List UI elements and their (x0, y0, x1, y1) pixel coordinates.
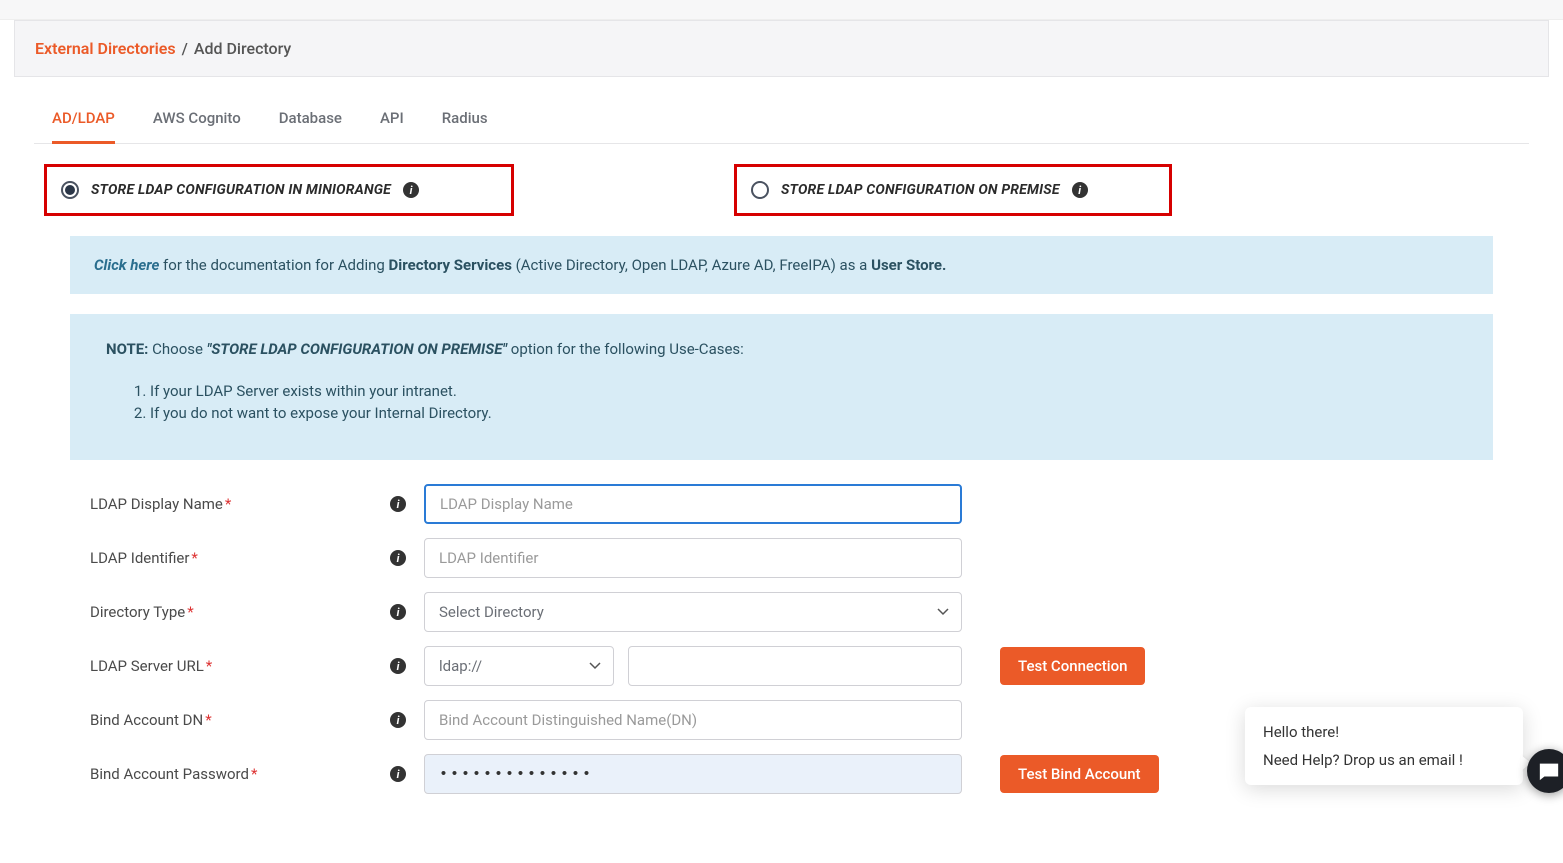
row-directory-type: Directory Type* i Select Directory (90, 592, 1493, 632)
directory-type-select[interactable]: Select Directory (424, 592, 962, 632)
note-item-1: If your LDAP Server exists within your i… (150, 380, 1457, 402)
doc-text-mid: (Active Directory, Open LDAP, Azure AD, … (512, 256, 871, 274)
ldap-protocol-select[interactable]: ldap:// (424, 646, 614, 686)
radio-store-premise[interactable]: STORE LDAP CONFIGURATION ON PREMISE i (734, 164, 1172, 216)
info-icon[interactable]: i (390, 658, 406, 674)
test-bind-account-button[interactable]: Test Bind Account (1000, 755, 1159, 793)
note-post: option for the following Use-Cases: (507, 340, 744, 358)
tab-database[interactable]: Database (279, 109, 342, 143)
info-icon[interactable]: i (390, 496, 406, 512)
label-bind-dn: Bind Account DN* (90, 711, 390, 729)
info-icon[interactable]: i (403, 182, 419, 198)
chat-icon (1538, 760, 1560, 782)
label-text: Bind Account Password (90, 765, 249, 783)
radio-icon (61, 181, 79, 199)
doc-text-bold2: User Store. (871, 256, 946, 274)
breadcrumb-parent-link[interactable]: External Directories (35, 39, 176, 58)
radio-label: STORE LDAP CONFIGURATION IN MINIORANGE (91, 182, 391, 198)
label-text: LDAP Display Name (90, 495, 223, 513)
chat-greeting: Hello there! (1263, 723, 1505, 741)
label-ldap-identifier: LDAP Identifier* (90, 549, 390, 567)
info-icon[interactable]: i (1072, 182, 1088, 198)
doc-text-pre: for the documentation for Adding (159, 256, 388, 274)
row-ldap-display-name: LDAP Display Name* i (90, 484, 1493, 524)
chat-fab[interactable] (1527, 749, 1563, 793)
label-text: LDAP Identifier (90, 549, 189, 567)
ldap-display-name-input[interactable] (424, 484, 962, 524)
ldap-server-host-input[interactable] (628, 646, 962, 686)
doc-banner: Click here for the documentation for Add… (70, 236, 1493, 294)
note-label: NOTE: (106, 340, 148, 358)
storage-option-row: STORE LDAP CONFIGURATION IN MINIORANGE i… (34, 144, 1529, 228)
chat-help-text: Need Help? Drop us an email ! (1263, 751, 1505, 769)
label-text: Bind Account DN (90, 711, 203, 729)
info-icon[interactable]: i (390, 766, 406, 782)
radio-store-miniorange[interactable]: STORE LDAP CONFIGURATION IN MINIORANGE i (44, 164, 514, 216)
label-bind-password: Bind Account Password* (90, 765, 390, 783)
note-pre: Choose (148, 340, 206, 358)
breadcrumb: External Directories / Add Directory (14, 20, 1549, 77)
note-emph: "STORE LDAP CONFIGURATION ON PREMISE" (207, 340, 507, 358)
label-text: Directory Type (90, 603, 185, 621)
radio-icon (751, 181, 769, 199)
required-asterisk: * (225, 495, 231, 513)
doc-text-bold1: Directory Services (389, 256, 512, 274)
info-icon[interactable]: i (390, 550, 406, 566)
radio-label: STORE LDAP CONFIGURATION ON PREMISE (781, 182, 1060, 198)
label-text: LDAP Server URL (90, 657, 204, 675)
row-ldap-server-url: LDAP Server URL* i ldap:// Test Connecti… (90, 646, 1493, 686)
tab-radius[interactable]: Radius (442, 109, 488, 143)
required-asterisk: * (206, 657, 212, 675)
required-asterisk: * (191, 549, 197, 567)
ldap-identifier-input[interactable] (424, 538, 962, 578)
bind-dn-input[interactable] (424, 700, 962, 740)
required-asterisk: * (205, 711, 211, 729)
test-connection-button[interactable]: Test Connection (1000, 647, 1145, 685)
tab-api[interactable]: API (380, 109, 404, 143)
breadcrumb-separator: / (180, 39, 190, 58)
note-list: If your LDAP Server exists within your i… (150, 380, 1457, 424)
required-asterisk: * (187, 603, 193, 621)
bind-password-input[interactable] (424, 754, 962, 794)
info-icon[interactable]: i (390, 712, 406, 728)
label-directory-type: Directory Type* (90, 603, 390, 621)
doc-link[interactable]: Click here (94, 256, 159, 274)
tabs: AD/LDAP AWS Cognito Database API Radius (34, 87, 1529, 144)
tab-aws-cognito[interactable]: AWS Cognito (153, 109, 241, 143)
row-ldap-identifier: LDAP Identifier* i (90, 538, 1493, 578)
info-icon[interactable]: i (390, 604, 406, 620)
required-asterisk: * (251, 765, 257, 783)
window-topbar (0, 0, 1563, 20)
label-ldap-server-url: LDAP Server URL* (90, 657, 390, 675)
breadcrumb-current: Add Directory (194, 39, 291, 58)
note-banner: NOTE: Choose "STORE LDAP CONFIGURATION O… (70, 314, 1493, 460)
tab-ad-ldap[interactable]: AD/LDAP (52, 109, 115, 144)
note-item-2: If you do not want to expose your Intern… (150, 402, 1457, 424)
chat-popup: Hello there! Need Help? Drop us an email… (1245, 707, 1523, 785)
label-ldap-display-name: LDAP Display Name* (90, 495, 390, 513)
